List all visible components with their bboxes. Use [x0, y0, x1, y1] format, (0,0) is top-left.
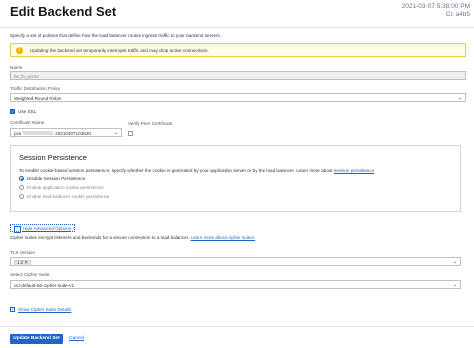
close-icon[interactable]: ✕ [24, 260, 28, 265]
header-divider [0, 27, 474, 28]
intro-text: Specify a set of policies that define ho… [10, 33, 222, 38]
certificate-prefix: pvs [14, 130, 22, 136]
verify-peer-checkbox[interactable] [128, 131, 133, 136]
cipher-suite-value: oci-default-ssl-cipher-suite-v1 [14, 282, 74, 288]
tls-tag: 1.2 ✕ [14, 259, 32, 266]
session-desc-text: To enable cookie-based session persisten… [19, 168, 333, 173]
radio-app-cookie[interactable] [19, 185, 24, 190]
dialog-header: Edit Backend Set 2021-03-07 5:38:00 PM C… [0, 0, 474, 27]
certificate-select[interactable]: pvs 20210307103620 ⌄ [10, 128, 122, 137]
certificate-label: Certificate Name [10, 120, 45, 125]
chevron-down-icon: ⌄ [113, 130, 118, 136]
footer-divider [0, 326, 474, 327]
tls-tag-label: 1.2 [17, 259, 24, 265]
timestamp-sub: Cl: a4b5 [445, 11, 470, 18]
page-title: Edit Backend Set [10, 4, 117, 19]
tls-label: TLS Version [10, 250, 36, 255]
warning-banner: ! Updating the backend set temporarily i… [10, 43, 466, 57]
radio-disable-persistence[interactable] [19, 176, 24, 181]
cipher-suites-link[interactable]: Learn more about cipher suites. [191, 235, 256, 240]
chevron-down-icon: ⌄ [457, 95, 462, 101]
policy-select[interactable]: Weighted Round Robin ⌄ [10, 93, 466, 102]
policy-label: Traffic Distribution Policy [10, 86, 61, 91]
tls-multiselect[interactable]: 1.2 ✕ ⌄ [10, 257, 461, 266]
certificate-suffix: 20210307103620 [55, 130, 91, 136]
use-ssl-checkbox[interactable]: ✓ [10, 109, 15, 114]
warning-text: Updating the backend set temporarily int… [30, 48, 209, 53]
session-title: Session Persistence [19, 153, 87, 162]
cipher-suite-label: Select Cipher Suite [10, 272, 50, 277]
warning-icon: ! [16, 47, 23, 54]
chevron-down-icon: ⌄ [452, 259, 457, 265]
session-persistence-link[interactable]: session persistence [334, 168, 374, 173]
update-backend-set-button[interactable]: Update Backend Set [10, 334, 63, 344]
use-ssl-label: Use SSL [18, 109, 37, 114]
cipher-suite-select[interactable]: oci-default-ssl-cipher-suite-v1 ⌄ [10, 280, 461, 289]
name-field: bs_lb_acme [10, 71, 466, 80]
name-label: Name [10, 65, 23, 70]
show-cipher-details-link[interactable]: + Show Cipher Suite Details [10, 307, 71, 312]
option-disable-persistence: Disable Session Persistence [27, 176, 86, 181]
show-cipher-details-label: Show Cipher Suite Details [18, 307, 72, 312]
option-app-cookie: Enable application cookie persistence [27, 185, 104, 190]
session-persistence-panel: Session Persistence To enable cookie-bas… [10, 145, 461, 212]
timestamp: 2021-03-07 5:38:00 PM [401, 3, 470, 10]
cipher-desc-text: Cipher suites encrypt listeners and back… [10, 235, 190, 240]
plus-icon: + [10, 307, 15, 312]
radio-lb-cookie[interactable] [19, 194, 24, 199]
chevron-down-icon: ⌄ [452, 282, 457, 288]
name-value: bs_lb_acme [14, 73, 39, 79]
hide-advanced-options-link[interactable]: Hide Advanced Options [10, 224, 76, 232]
verify-peer-label: Verify Peer Certificate [128, 121, 173, 126]
cipher-desc: Cipher suites encrypt listeners and back… [10, 235, 255, 240]
redacted-block [23, 131, 54, 136]
session-desc: To enable cookie-based session persisten… [19, 168, 374, 173]
option-lb-cookie: Enable load balancer cookie persistence [27, 194, 110, 199]
policy-value: Weighted Round Robin [14, 95, 62, 101]
cancel-link[interactable]: Cancel [69, 336, 84, 341]
